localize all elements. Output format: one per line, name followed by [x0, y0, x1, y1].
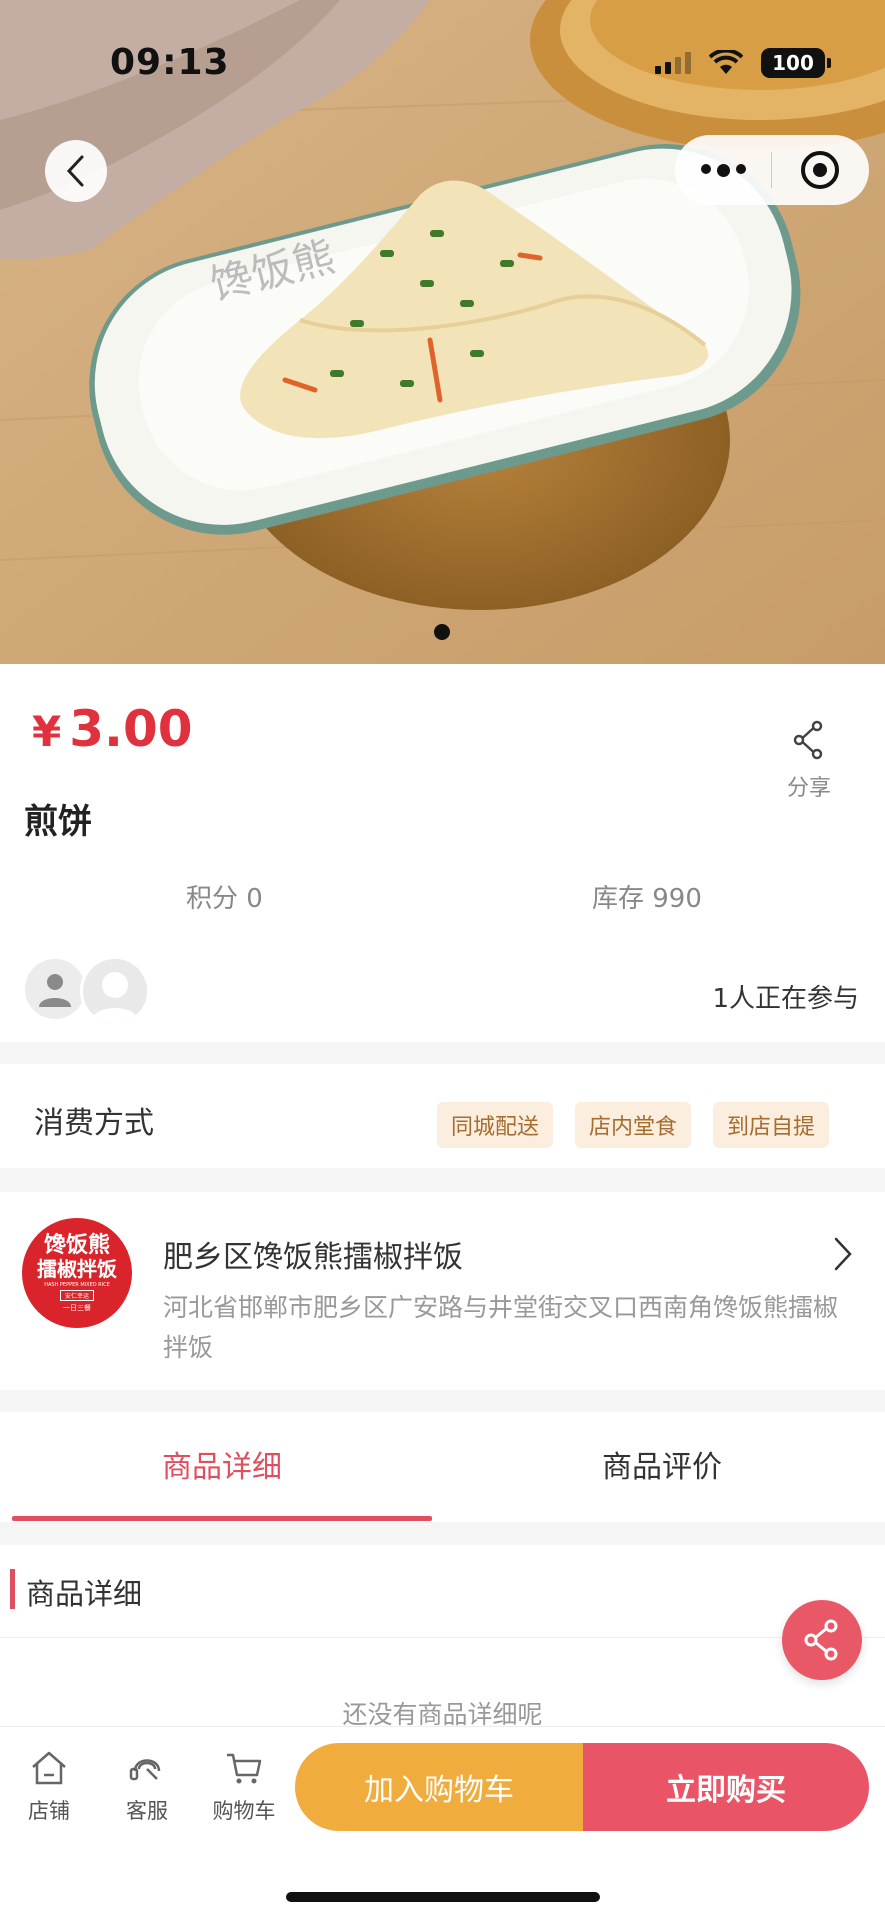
- mini-program-capsule: [675, 135, 869, 205]
- add-to-cart-button[interactable]: 加入购物车: [295, 1743, 583, 1831]
- tag-delivery: 同城配送: [436, 1102, 553, 1148]
- battery-level: 100: [772, 51, 814, 75]
- carousel-indicator-dot[interactable]: [434, 624, 450, 640]
- avatar: [22, 956, 88, 1022]
- headset-icon: [129, 1759, 161, 1781]
- status-icons: 100: [655, 48, 831, 78]
- shop-button[interactable]: 店铺: [9, 1749, 89, 1825]
- product-detail-section: 商品详细 还没有商品详细呢: [0, 1545, 885, 1745]
- section-accent-bar: [10, 1569, 15, 1609]
- store-card[interactable]: 馋饭熊 擂椒拌饭 HASH PEPPER MIXED RICE 安仁幸运 一日三…: [0, 1192, 885, 1390]
- battery-icon: 100: [761, 48, 831, 78]
- buy-now-button[interactable]: 立即购买: [583, 1743, 869, 1831]
- logo-text-english: HASH PEPPER MIXED RICE: [44, 1281, 110, 1288]
- divider: [0, 1637, 885, 1638]
- points-info: 积分 0: [186, 884, 263, 914]
- price-value: 3.00: [69, 700, 193, 758]
- more-dots-icon: [700, 163, 746, 177]
- shop-label: 店铺: [28, 1799, 70, 1823]
- more-button[interactable]: [675, 135, 771, 205]
- detail-title: 商品详细: [26, 1577, 143, 1611]
- target-circle-icon: [801, 151, 839, 189]
- close-button[interactable]: [772, 135, 868, 205]
- logo-text-slogan: 安仁幸运: [59, 1289, 94, 1301]
- currency-symbol: ¥: [32, 707, 62, 756]
- product-name: 煎饼: [24, 802, 92, 842]
- cart-button[interactable]: 购物车: [204, 1749, 284, 1825]
- user-icon: [39, 974, 71, 1007]
- bottom-action-bar: 店铺 客服 购物车 加入购物车 立即购买: [0, 1726, 885, 1919]
- stock-info: 库存 990: [592, 884, 702, 914]
- service-label: 客服: [126, 1799, 168, 1823]
- store-logo: 馋饭熊 擂椒拌饭 HASH PEPPER MIXED RICE 安仁幸运 一日三…: [22, 1218, 132, 1328]
- floating-share-button[interactable]: [782, 1600, 862, 1680]
- chevron-right-icon: [834, 1237, 852, 1271]
- wifi-icon: [709, 50, 743, 74]
- consumption-tags: 同城配送 店内堂食 到店自提: [436, 1102, 829, 1148]
- avatar: [80, 956, 150, 1026]
- participants-count: 1人正在参与: [712, 984, 859, 1014]
- store-address: 河北省邯郸市肥乡区广安路与井堂街交叉口西南角馋饭熊擂椒拌饭: [163, 1293, 839, 1362]
- status-bar: 09:13 100: [0, 0, 885, 130]
- consumption-methods: 消费方式 同城配送 店内堂食 到店自提: [0, 1064, 885, 1168]
- detail-tabs: 商品详细 商品评价: [0, 1412, 885, 1522]
- logo-text-brand: 馋饭熊: [43, 1232, 110, 1259]
- active-tab-underline: [12, 1516, 432, 1521]
- share-icon: [793, 720, 823, 760]
- consumption-title: 消费方式: [34, 1106, 154, 1141]
- tab-product-detail[interactable]: 商品详细: [12, 1442, 432, 1486]
- status-time: 09:13: [110, 42, 230, 83]
- home-indicator: [286, 1892, 600, 1902]
- share-button[interactable]: 分享: [781, 720, 837, 802]
- cart-label: 购物车: [212, 1799, 276, 1823]
- chevron-left-icon: [66, 155, 84, 187]
- home-icon: [32, 1751, 66, 1785]
- logo-text-meals: 一日三餐: [63, 1303, 91, 1312]
- store-name: 肥乡区馋饭熊擂椒拌饭: [163, 1240, 463, 1275]
- signal-icon: [655, 52, 691, 74]
- product-image-carousel[interactable]: 馋饭熊 09:13 100: [0, 0, 885, 664]
- customer-service-button[interactable]: 客服: [107, 1749, 187, 1825]
- back-button[interactable]: [45, 140, 107, 202]
- logo-text-product: 擂椒拌饭: [37, 1256, 117, 1281]
- cart-icon: [227, 1753, 262, 1784]
- tag-pickup: 到店自提: [712, 1102, 829, 1148]
- share-label: 分享: [786, 776, 831, 801]
- tag-dine-in: 店内堂食: [574, 1102, 691, 1148]
- user-silhouette-icon: [83, 959, 147, 1023]
- share-icon: [804, 1619, 838, 1661]
- product-price: ¥3.00: [32, 700, 193, 758]
- tab-product-reviews[interactable]: 商品评价: [452, 1442, 872, 1486]
- product-info-card: ¥3.00 分享 煎饼 积分 0 库存 990 1人正在参与: [0, 664, 885, 1042]
